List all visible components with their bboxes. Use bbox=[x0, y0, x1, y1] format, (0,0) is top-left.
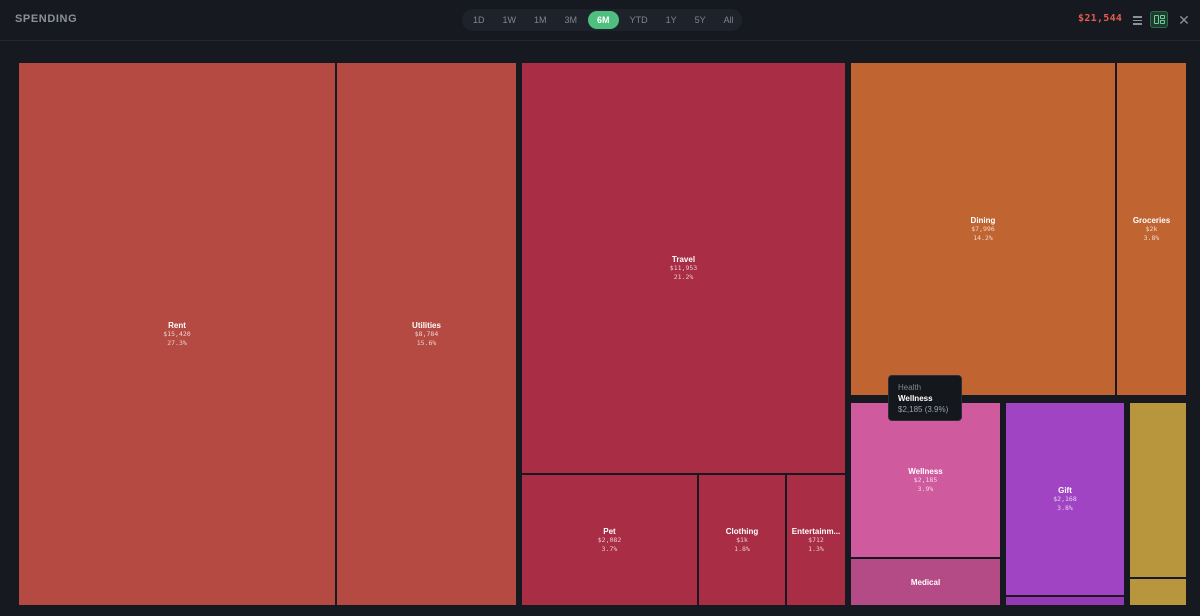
tile-percent: 3.7% bbox=[601, 544, 618, 553]
tile-groceries-7[interactable]: Groceries $2k 3.8% bbox=[1117, 63, 1186, 395]
tile-percent: 1.3% bbox=[808, 544, 824, 553]
tile-name: Dining bbox=[970, 215, 996, 225]
tile-amount: $712 bbox=[808, 535, 824, 544]
range-6m[interactable]: 6M bbox=[588, 11, 619, 29]
tile-percent: 3.9% bbox=[917, 484, 934, 493]
tile-percent: 21.2% bbox=[673, 272, 694, 281]
list-icon bbox=[1133, 16, 1142, 18]
total-amount: $21,544 bbox=[1078, 13, 1123, 24]
tile-amount: $7,996 bbox=[971, 224, 995, 233]
tile-amount: $8,784 bbox=[414, 329, 439, 338]
tile-percent: 14.2% bbox=[973, 233, 993, 242]
page-title: SPENDING bbox=[15, 13, 78, 25]
tile-clothing-4[interactable]: Clothing $1k 1.8% bbox=[699, 475, 785, 605]
tile-name: Pet bbox=[603, 526, 616, 536]
range-1y[interactable]: 1Y bbox=[659, 11, 684, 29]
tile-name: Travel bbox=[671, 254, 696, 264]
range-3m[interactable]: 3M bbox=[558, 11, 585, 29]
tile-amount: $11,953 bbox=[669, 263, 698, 272]
tile-pet-3[interactable]: Pet $2,082 3.7% bbox=[522, 475, 697, 605]
tile-name: Medical bbox=[910, 577, 941, 587]
tile-name: Wellness bbox=[908, 466, 943, 476]
range-ytd[interactable]: YTD bbox=[623, 11, 655, 29]
range-5y[interactable]: 5Y bbox=[688, 11, 713, 29]
tile-unlabeled-12[interactable] bbox=[1130, 403, 1186, 577]
tile-name: Gift bbox=[1058, 485, 1072, 495]
tile-entertainm-5[interactable]: Entertainm... $712 1.3% bbox=[787, 475, 845, 605]
tile-percent: 1.8% bbox=[734, 544, 750, 553]
tile-name: Groceries bbox=[1132, 215, 1171, 225]
tile-amount: $1k bbox=[736, 535, 748, 544]
close-icon: ✕ bbox=[1178, 12, 1190, 28]
treemap-icon bbox=[1154, 15, 1159, 24]
tile-amount: $2,082 bbox=[597, 535, 622, 544]
tile-amount: $2,168 bbox=[1053, 494, 1077, 503]
tile-name: Clothing bbox=[725, 526, 759, 536]
tile-amount: $2,185 bbox=[913, 475, 938, 484]
tooltip-group: Health bbox=[898, 383, 922, 392]
tile-tooltip: Health Wellness $2,185 (3.9%) bbox=[888, 375, 962, 421]
tooltip-name: Wellness bbox=[898, 394, 933, 403]
tile-percent: 27.3% bbox=[167, 338, 187, 347]
tile-medical-9[interactable]: Medical bbox=[851, 559, 1000, 605]
tile-name: Rent bbox=[168, 320, 186, 330]
tile-wellness-8[interactable]: Wellness $2,185 3.9% bbox=[851, 403, 1000, 557]
list-view-button[interactable] bbox=[1130, 12, 1146, 28]
close-button[interactable]: ✕ bbox=[1176, 12, 1192, 28]
range-all[interactable]: All bbox=[717, 11, 741, 29]
time-range-selector: 1D 1W 1M 3M 6M YTD 1Y 5Y All bbox=[462, 9, 742, 31]
tile-unlabeled-11[interactable] bbox=[1006, 597, 1124, 605]
tile-gift-10[interactable]: Gift $2,168 3.8% bbox=[1006, 403, 1124, 595]
header-bar: SPENDING 1D 1W 1M 3M 6M YTD 1Y 5Y All $21,544 ✕ bbox=[0, 0, 1200, 41]
range-1w[interactable]: 1W bbox=[496, 11, 524, 29]
tile-unlabeled-13[interactable] bbox=[1130, 579, 1186, 605]
tile-percent: 3.8% bbox=[1057, 503, 1073, 512]
range-1m[interactable]: 1M bbox=[527, 11, 554, 29]
tile-amount: $15,420 bbox=[163, 329, 191, 338]
range-1d[interactable]: 1D bbox=[466, 11, 492, 29]
tile-dining-6[interactable]: Dining $7,996 14.2% bbox=[851, 63, 1115, 395]
tooltip-value: $2,185 (3.9%) bbox=[898, 405, 949, 414]
tile-name: Entertainm... bbox=[791, 526, 841, 536]
spending-app: SPENDING 1D 1W 1M 3M 6M YTD 1Y 5Y All $21,544 ✕ … bbox=[0, 0, 1200, 616]
tile-rent-0[interactable]: Rent $15,420 27.3% bbox=[19, 63, 335, 605]
tile-travel-2[interactable]: Travel $11,953 21.2% bbox=[522, 63, 845, 473]
tile-utilities-1[interactable]: Utilities $8,784 15.6% bbox=[337, 63, 516, 605]
tile-amount: $2k bbox=[1145, 224, 1158, 233]
tile-percent: 15.6% bbox=[416, 338, 437, 347]
tile-percent: 3.8% bbox=[1143, 233, 1160, 242]
tile-name: Utilities bbox=[412, 320, 441, 330]
treemap-view-button[interactable] bbox=[1150, 11, 1168, 28]
